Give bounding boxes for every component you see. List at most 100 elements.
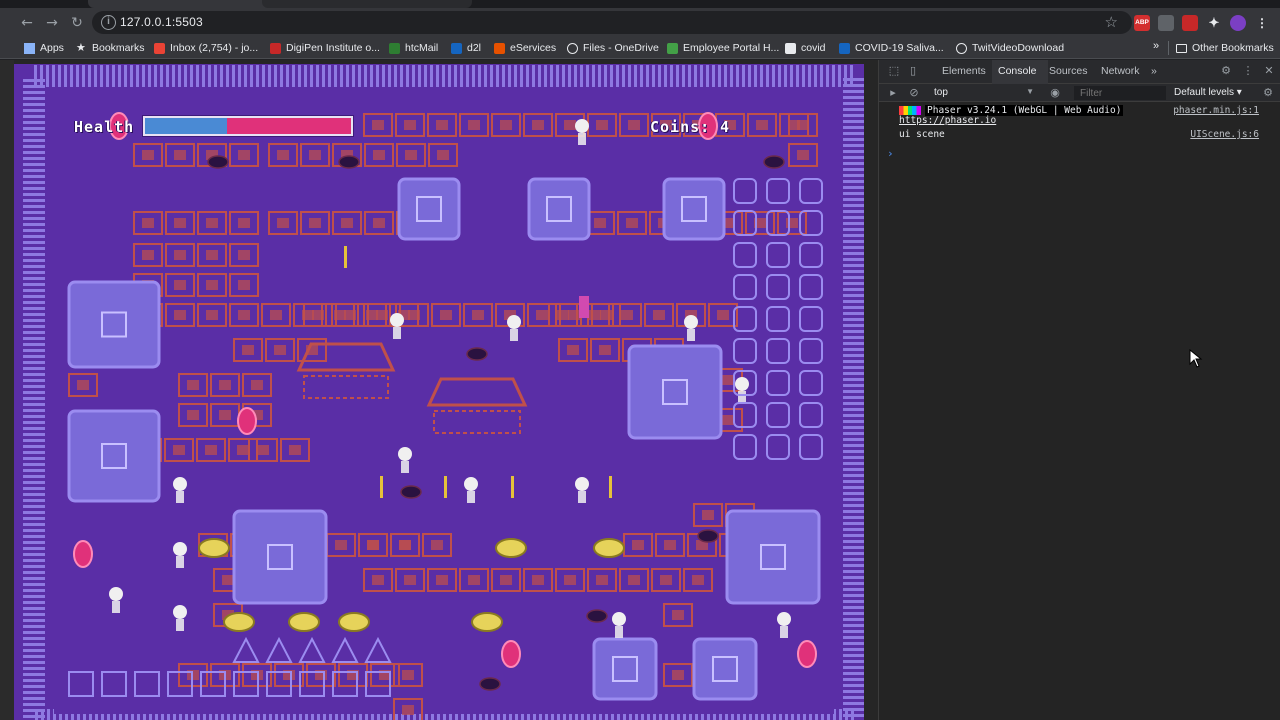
kebab-menu-icon[interactable]: ⋮ (1242, 65, 1254, 77)
stone-panel (592, 637, 658, 701)
brick-tile-inner (532, 575, 544, 585)
brick-tile-inner (536, 310, 548, 320)
bookmarks-overflow-chevron[interactable]: » (1153, 40, 1159, 52)
console-settings-gear-icon[interactable]: ⚙ (1262, 87, 1274, 99)
slime-sprite (288, 612, 320, 632)
devtools-tab-bar: ⬚ ▯ Elements Console Sources Network » ⚙… (879, 60, 1280, 84)
console-prompt[interactable]: › (887, 147, 894, 160)
bookmark-inbox[interactable]: Inbox (2,754) - jo... (154, 41, 258, 55)
bookmark-other[interactable]: Other Bookmarks (1176, 41, 1274, 55)
context-select[interactable]: top ▼ (934, 87, 1034, 99)
bookmark-digipen[interactable]: DigiPen Institute o... (270, 41, 380, 55)
bookmark-star-icon[interactable]: ☆ (1105, 13, 1118, 31)
site-info-icon[interactable]: i (101, 15, 116, 30)
slime-sprite (198, 538, 230, 558)
brick-tile-inner (372, 575, 384, 585)
bookmark-apps[interactable]: Apps (24, 41, 64, 55)
puzzle-extensions-icon[interactable]: ✦ (1206, 15, 1222, 31)
brick-tile-inner (756, 120, 768, 130)
page-margin (0, 60, 14, 720)
bookmark-label: Employee Portal H... (683, 42, 780, 54)
close-icon[interactable]: ✕ (1263, 65, 1275, 77)
health-label: Health (74, 118, 135, 136)
brick-tile-inner (589, 310, 601, 320)
brick-tile-inner (206, 250, 218, 260)
brick-tile-inner (500, 575, 512, 585)
bookmark-label: Files - OneDrive (583, 42, 659, 54)
bookmark-twitvideo[interactable]: TwitVideoDownload (956, 41, 1064, 55)
skeleton-body (780, 626, 788, 638)
bookmark-htcmail[interactable]: htcMail (389, 41, 438, 55)
brick-tile-inner (468, 120, 480, 130)
skeleton-sprite (109, 587, 123, 601)
extension-icon[interactable] (1158, 15, 1174, 31)
bookmark-bookmarks[interactable]: ★ Bookmarks (76, 41, 145, 55)
clear-console-icon[interactable]: ⊘ (908, 87, 920, 99)
tab-elements[interactable]: Elements (942, 65, 986, 77)
brick-tile-inner (376, 310, 388, 320)
bookmark-d2l[interactable]: d2l (451, 41, 481, 55)
settings-gear-icon[interactable]: ⚙ (1220, 65, 1232, 77)
brick-tile-inner (274, 345, 286, 355)
brick-tile-inner (277, 150, 289, 160)
bookmark-label: eServices (510, 42, 557, 54)
brick-tile-inner (367, 540, 379, 550)
live-expression-eye-icon[interactable]: ◉ (1049, 87, 1061, 99)
brick-tile-inner (238, 150, 250, 160)
url-text[interactable]: 127.0.0.1:5503 (120, 15, 203, 29)
brick-tile-inner (564, 120, 576, 130)
tab-network[interactable]: Network (1101, 65, 1140, 77)
bookmark-covid[interactable]: covid (785, 41, 826, 55)
pdf-extension-icon[interactable] (1182, 15, 1198, 31)
gem-sprite (501, 640, 521, 668)
brick-tile-inner (142, 250, 154, 260)
profile-avatar[interactable] (1230, 15, 1246, 31)
brick-tile-inner (660, 575, 672, 585)
bookmark-employee-portal[interactable]: Employee Portal H... (667, 41, 779, 55)
sidebar-toggle-icon[interactable]: ▸ (887, 87, 899, 99)
filter-input[interactable] (1074, 86, 1166, 100)
console-link[interactable]: https://phaser.io (899, 115, 996, 126)
brick-tile-inner (206, 280, 218, 290)
brick-tile-inner (187, 410, 199, 420)
game-canvas[interactable]: Health Coins: 4 (14, 64, 864, 720)
brick-tile-inner (786, 218, 798, 228)
inspect-element-icon[interactable]: ⬚ (888, 65, 900, 77)
console-toolbar: ▸ ⊘ top ▼ ◉ Default levels ▾ ⚙ (879, 84, 1280, 102)
bookmark-eservices[interactable]: eServices (494, 41, 556, 55)
brick-tile-inner (797, 150, 809, 160)
brick-tile-inner (142, 218, 154, 228)
bookmark-label: DigiPen Institute o... (286, 42, 380, 54)
adblock-extension-icon[interactable]: ABP (1134, 15, 1150, 31)
back-arrow-icon[interactable]: ← (18, 14, 36, 32)
bat-sprite (400, 485, 422, 499)
tab-console[interactable]: Console (998, 65, 1037, 77)
brick-tile-inner (174, 150, 186, 160)
gmail-icon (154, 42, 165, 54)
more-tabs-chevron[interactable]: » (1151, 65, 1157, 77)
skeleton-sprite (173, 542, 187, 556)
skeleton-sprite (173, 605, 187, 619)
bookmark-onedrive[interactable]: Files - OneDrive (567, 41, 659, 55)
brick-tile-inner (599, 345, 611, 355)
bookmarks-divider (1168, 41, 1169, 55)
bookmark-covid-saliva[interactable]: COVID-19 Saliva... (839, 41, 944, 55)
d2l-icon (451, 42, 462, 54)
brick-tile-inner (436, 575, 448, 585)
tab-sources[interactable]: Sources (1049, 65, 1088, 77)
kebab-menu-icon[interactable]: ⋮ (1254, 15, 1270, 31)
log-levels-select[interactable]: Default levels ▾ (1174, 87, 1242, 98)
skeleton-body (510, 329, 518, 341)
reload-icon[interactable]: ↻ (68, 14, 86, 32)
bookmark-label: Apps (40, 42, 64, 54)
console-source-link[interactable]: phaser.min.js:1 (1173, 105, 1259, 116)
url-omnibox[interactable]: i 127.0.0.1:5503 ☆ (92, 11, 1132, 34)
coin-sprite (344, 246, 347, 268)
device-toolbar-icon[interactable]: ▯ (907, 65, 919, 77)
coin-sprite (444, 476, 447, 498)
console-source-link[interactable]: UIScene.js:6 (1190, 129, 1259, 140)
forward-arrow-icon[interactable]: → (43, 14, 61, 32)
skeleton-body (687, 329, 695, 341)
bookmark-label: COVID-19 Saliva... (855, 42, 944, 54)
browser-tab[interactable] (262, 0, 472, 8)
